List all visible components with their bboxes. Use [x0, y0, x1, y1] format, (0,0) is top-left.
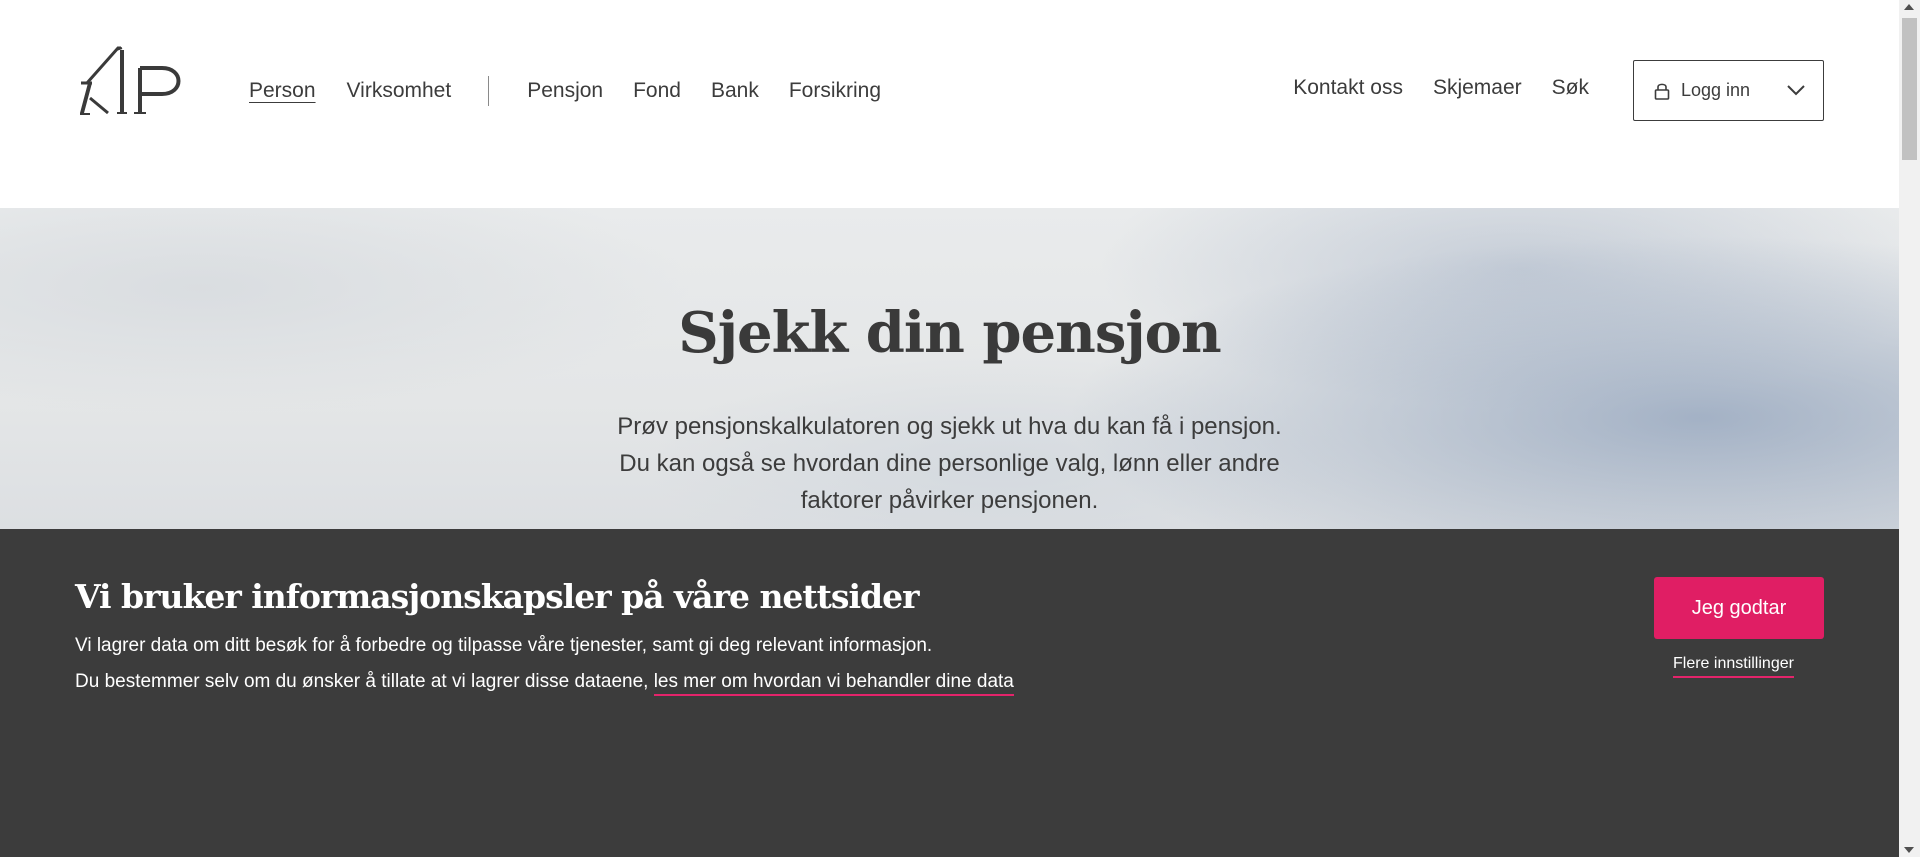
nav-kontakt-oss[interactable]: Kontakt oss [1293, 76, 1403, 100]
cookie-title: Vi bruker informasjonskapsler på våre ne… [75, 577, 919, 616]
privacy-link[interactable]: les mer om hvordan vi behandler dine dat… [653, 671, 1014, 696]
utility-nav: Kontakt oss Skjemaer Søk [1293, 76, 1589, 100]
hero-title: Sjekk din pensjon [678, 300, 1221, 366]
nav-bank[interactable]: Bank [711, 79, 759, 103]
hero-text-line: faktorer påvirker pensjonen. [800, 487, 1099, 514]
klp-logo-mark [80, 46, 181, 115]
hero-section: Sjekk din pensjon Prøv pensjonskalkulato… [0, 208, 1899, 529]
hero-text-line: Du kan også se hvordan dine personlige v… [619, 450, 1280, 477]
hero-description: Prøv pensjonskalkulatoren og sjekk ut hv… [0, 408, 1899, 519]
cookie-text-prefix: Du bestemmer selv om du ønsker å tillate… [75, 671, 654, 692]
lock-icon [1654, 83, 1670, 100]
nav-divider [488, 76, 490, 106]
scroll-thumb[interactable] [1902, 18, 1917, 160]
more-settings-link[interactable]: Flere innstillinger [1673, 655, 1794, 678]
main-nav: Person Virksomhet Pensjon Fond Bank Fors… [249, 76, 881, 106]
scroll-up-arrow-icon[interactable] [1904, 4, 1914, 10]
cookie-banner: Vi bruker informasjonskapsler på våre ne… [0, 529, 1899, 857]
login-button[interactable]: Logg inn [1633, 60, 1824, 121]
hero-text-line: Prøv pensjonskalkulatoren og sjekk ut hv… [617, 413, 1282, 440]
site-header: Person Virksomhet Pensjon Fond Bank Fors… [0, 0, 1899, 208]
chevron-down-icon [1787, 85, 1805, 96]
nav-person[interactable]: Person [249, 79, 316, 103]
klp-logo[interactable] [78, 46, 194, 118]
cookie-text-line: Vi lagrer data om ditt besøk for å forbe… [75, 635, 933, 656]
cookie-text-line: Du bestemmer selv om du ønsker å tillate… [75, 664, 1014, 700]
cookie-text: Vi lagrer data om ditt besøk for å forbe… [75, 628, 1014, 700]
accept-cookies-button[interactable]: Jeg godtar [1654, 577, 1824, 639]
nav-virksomhet[interactable]: Virksomhet [347, 79, 452, 103]
nav-forsikring[interactable]: Forsikring [789, 79, 881, 103]
nav-search[interactable]: Søk [1552, 76, 1589, 100]
scroll-down-arrow-icon[interactable] [1904, 847, 1914, 853]
login-label: Logg inn [1681, 80, 1751, 100]
nav-fond[interactable]: Fond [633, 79, 681, 103]
nav-pensjon[interactable]: Pensjon [527, 79, 603, 103]
nav-skjemaer[interactable]: Skjemaer [1433, 76, 1522, 100]
scrollbar[interactable] [1899, 0, 1920, 857]
